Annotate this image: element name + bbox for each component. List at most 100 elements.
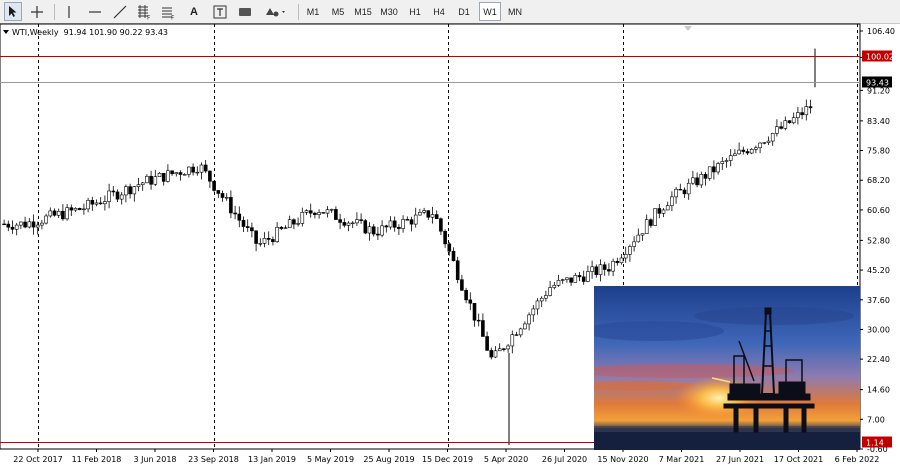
candle-body bbox=[191, 166, 195, 173]
candle-body bbox=[90, 199, 95, 205]
candle-body bbox=[325, 209, 330, 214]
candle-body bbox=[560, 279, 565, 281]
candle-body bbox=[149, 175, 153, 185]
candle-body bbox=[758, 142, 762, 149]
candle-body bbox=[661, 209, 666, 214]
candle-body bbox=[271, 239, 275, 242]
candle-body bbox=[502, 348, 506, 350]
candle-body bbox=[254, 230, 258, 244]
candle-body bbox=[791, 117, 796, 124]
candle-body bbox=[355, 219, 359, 224]
candle-body bbox=[590, 266, 594, 272]
candle-body bbox=[451, 250, 456, 262]
candle-body bbox=[640, 233, 645, 236]
y-tick-label: 30.00 bbox=[867, 325, 890, 334]
candle-body bbox=[174, 172, 179, 175]
candle-body bbox=[136, 184, 141, 187]
candle-body bbox=[94, 202, 99, 205]
candle-body bbox=[602, 264, 607, 270]
candle-body bbox=[678, 188, 683, 191]
candle-body bbox=[69, 207, 74, 211]
candle-body bbox=[594, 266, 599, 275]
candle-body bbox=[636, 234, 641, 243]
candle-body bbox=[548, 287, 552, 296]
candle-body bbox=[657, 208, 662, 214]
candle-body bbox=[371, 226, 376, 235]
candle-body bbox=[779, 126, 783, 129]
candle-body bbox=[552, 284, 557, 288]
candle-body bbox=[510, 334, 515, 347]
candle-body bbox=[279, 226, 284, 229]
candle-body bbox=[565, 277, 569, 280]
candle-body bbox=[619, 257, 624, 264]
candle-body bbox=[413, 214, 418, 225]
candle-body bbox=[388, 220, 393, 228]
candle-body bbox=[699, 174, 704, 186]
x-tick-label: 27 Jun 2021 bbox=[716, 455, 764, 464]
candle-body bbox=[40, 222, 44, 226]
candle-body bbox=[115, 191, 120, 200]
candle-body bbox=[195, 171, 200, 174]
candle-body bbox=[397, 227, 401, 229]
candle-body bbox=[27, 221, 32, 228]
candle-body bbox=[577, 275, 582, 278]
candle-body bbox=[65, 207, 69, 220]
y-tick-label: 83.40 bbox=[867, 117, 890, 126]
candle-body bbox=[775, 126, 779, 134]
candle-body bbox=[367, 226, 372, 234]
x-tick-label: 11 Feb 2018 bbox=[72, 455, 122, 464]
candle-body bbox=[670, 196, 674, 206]
chart-shift-marker-icon[interactable] bbox=[684, 26, 692, 31]
symbol-info: WTI,Weekly 91.94 101.90 90.22 93.43 bbox=[3, 28, 168, 37]
y-tick-label: 75.80 bbox=[867, 147, 890, 156]
candle-body bbox=[443, 230, 447, 245]
candle-body bbox=[199, 164, 204, 173]
candle-body bbox=[56, 211, 61, 216]
candle-body bbox=[296, 223, 300, 225]
candle-body bbox=[598, 264, 603, 275]
candle-body bbox=[800, 112, 804, 116]
candle-body bbox=[703, 174, 708, 179]
candle-body bbox=[35, 224, 40, 228]
y-tick-label: 22.40 bbox=[867, 355, 890, 364]
candle-body bbox=[363, 220, 368, 234]
y-tick-label: 37.60 bbox=[867, 296, 890, 305]
candle-body bbox=[19, 221, 23, 226]
candle-body bbox=[665, 205, 670, 211]
candle-body bbox=[48, 210, 53, 217]
candle-body bbox=[531, 308, 536, 316]
x-tick-label: 5 May 2019 bbox=[307, 455, 354, 464]
y-tick-label: 14.60 bbox=[867, 386, 890, 395]
candle-body bbox=[439, 218, 443, 232]
candle-body bbox=[229, 197, 233, 214]
candle-body bbox=[346, 222, 351, 226]
candle-body bbox=[145, 175, 149, 184]
candle-body bbox=[754, 147, 758, 150]
y-tick-label: 91.20 bbox=[867, 86, 890, 95]
candle-body bbox=[426, 210, 431, 218]
current-price-label: 93.43 bbox=[866, 79, 889, 88]
candle-body bbox=[321, 212, 326, 214]
candle-body bbox=[132, 186, 137, 195]
candle-body bbox=[338, 219, 342, 223]
candle-body bbox=[86, 199, 90, 210]
candle-body bbox=[489, 350, 494, 358]
candle-body bbox=[10, 226, 15, 230]
candle-body bbox=[741, 149, 746, 152]
candle-body bbox=[586, 271, 590, 282]
candle-body bbox=[485, 336, 489, 351]
candle-body bbox=[304, 210, 309, 213]
candle-body bbox=[783, 120, 788, 129]
candle-body bbox=[556, 280, 561, 286]
candle-body bbox=[544, 295, 548, 299]
candle-body bbox=[707, 166, 712, 179]
candle-body bbox=[506, 345, 510, 350]
x-tick-label: 23 Sep 2018 bbox=[188, 455, 239, 464]
candle-body bbox=[430, 214, 435, 218]
candle-body bbox=[460, 279, 464, 291]
dropdown-triangle-icon bbox=[3, 30, 9, 34]
candle-body bbox=[308, 210, 313, 214]
candle-body bbox=[258, 243, 263, 245]
candle-body bbox=[682, 189, 687, 195]
candle-body bbox=[514, 334, 519, 336]
